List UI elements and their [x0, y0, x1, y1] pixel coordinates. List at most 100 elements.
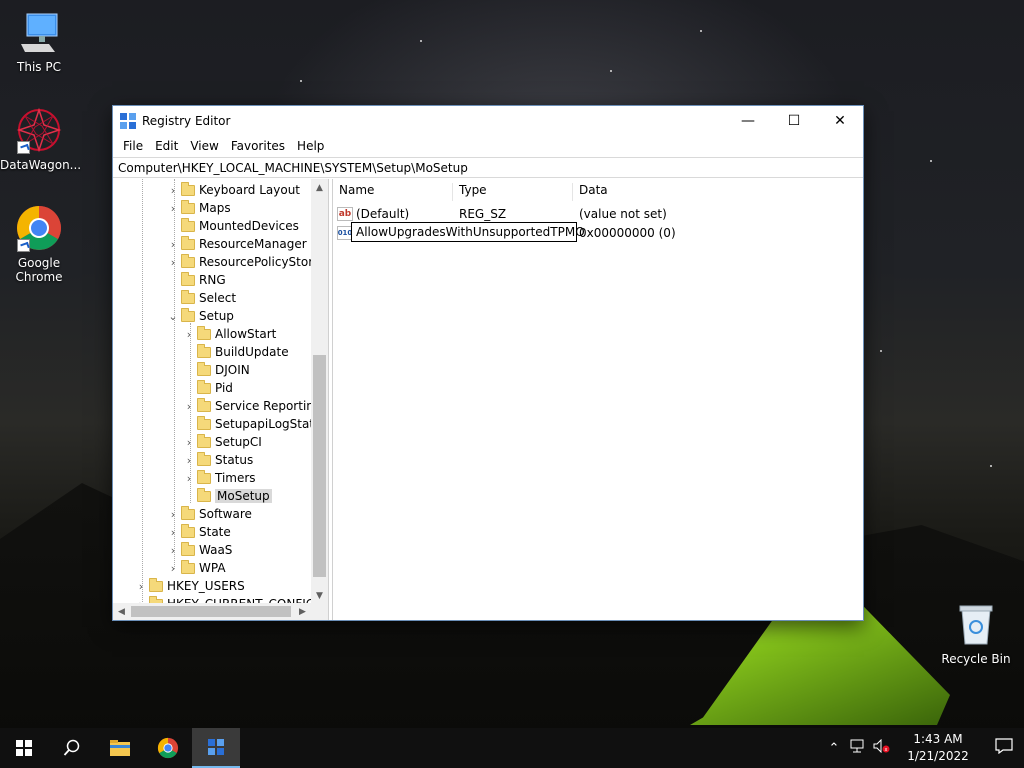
chevron-right-icon[interactable]: › [167, 202, 179, 215]
notifications-icon[interactable] [984, 738, 1024, 758]
chevron-right-icon[interactable]: › [167, 256, 179, 269]
chevron-right-icon[interactable]: › [135, 580, 147, 593]
desktop-icon-datawagon[interactable]: DataWagon... [0, 106, 82, 172]
wallpaper-star [990, 465, 992, 467]
clock[interactable]: 1:43 AM 1/21/2022 [900, 731, 976, 765]
column-header-data[interactable]: Data [573, 183, 723, 201]
folder-icon [197, 415, 211, 430]
chevron-right-icon[interactable]: › [167, 526, 179, 539]
menu-bar: File Edit View Favorites Help [113, 136, 863, 156]
tree-item[interactable]: MoSetup [183, 487, 272, 505]
tree-item[interactable]: › Software [167, 505, 252, 523]
title-bar[interactable]: Registry Editor — ☐ ✕ [113, 106, 863, 136]
chevron-right-icon[interactable]: › [183, 328, 195, 341]
wallpaper-star [610, 70, 612, 72]
menu-favorites[interactable]: Favorites [225, 139, 291, 153]
menu-edit[interactable]: Edit [149, 139, 184, 153]
scroll-down-icon[interactable]: ▼ [311, 587, 328, 604]
chevron-right-icon[interactable]: › [167, 184, 179, 197]
tree-vertical-scrollbar[interactable]: ▲ ▼ [311, 179, 328, 604]
tree-item[interactable]: ⌄ Setup [167, 307, 234, 325]
maximize-button[interactable]: ☐ [771, 106, 817, 136]
tree-horizontal-scrollbar[interactable]: ◀ ▶ [113, 603, 311, 620]
search-button[interactable] [48, 728, 96, 768]
tree-item-label: Select [199, 291, 237, 305]
shortcut-arrow-icon [17, 141, 30, 154]
value-row-default[interactable]: ab (Default) REG_SZ (value not set) [333, 204, 667, 223]
taskbar-chrome[interactable] [144, 728, 192, 768]
folder-icon [197, 451, 211, 466]
menu-file[interactable]: File [117, 139, 149, 153]
tree-item[interactable]: › WaaS [167, 541, 232, 559]
registry-editor-window[interactable]: Registry Editor — ☐ ✕ File Edit View Fav… [112, 105, 864, 621]
scroll-left-icon[interactable]: ◀ [113, 603, 130, 620]
address-bar[interactable]: Computer\HKEY_LOCAL_MACHINE\SYSTEM\Setup… [113, 157, 863, 178]
tree-item-label: ResourceManager [199, 237, 307, 251]
tree-item[interactable]: › HKEY_USERS [135, 577, 245, 595]
registry-editor-icon [208, 739, 224, 755]
close-button[interactable]: ✕ [817, 106, 863, 136]
tree-item[interactable]: MountedDevices [167, 217, 299, 235]
start-button[interactable] [0, 728, 48, 768]
tree-item-label: SetupCI [215, 435, 262, 449]
desktop-icon-this-pc[interactable]: This PC [0, 8, 78, 74]
tree-item[interactable]: BuildUpdate [183, 343, 289, 361]
tree-item[interactable]: › Service Reporting [183, 397, 311, 415]
tree-item[interactable]: › Maps [167, 199, 231, 217]
tree-item[interactable]: › Status [183, 451, 253, 469]
tree-item[interactable]: SetupapiLogStatu [183, 415, 311, 433]
tree-item[interactable]: › Timers [183, 469, 256, 487]
window-controls: — ☐ ✕ [725, 106, 863, 136]
chevron-right-icon[interactable]: › [167, 544, 179, 557]
tree-item[interactable]: › SetupCI [183, 433, 262, 451]
desktop-icon-chrome[interactable]: Google Chrome [0, 204, 78, 284]
column-header-name[interactable]: Name [333, 183, 453, 201]
desktop-icon-label: DataWagon... [0, 158, 82, 172]
tree-item[interactable]: › ResourceManager [167, 235, 307, 253]
tree-item[interactable]: DJOIN [183, 361, 250, 379]
chevron-right-icon[interactable]: › [183, 436, 195, 449]
values-pane[interactable]: Name Type Data ab (Default) REG_SZ (valu… [332, 179, 863, 620]
taskbar-registry-editor[interactable] [192, 728, 240, 768]
chevron-right-icon[interactable]: › [183, 472, 195, 485]
scroll-up-icon[interactable]: ▲ [311, 179, 328, 196]
chevron-right-icon[interactable]: › [167, 562, 179, 575]
column-header-type[interactable]: Type [453, 183, 573, 201]
chevron-down-icon[interactable]: ⌄ [167, 310, 179, 323]
tree-item[interactable]: › Keyboard Layout [167, 181, 300, 199]
chevron-right-icon[interactable]: › [183, 400, 195, 413]
wallpaper-star [420, 40, 422, 42]
chevron-right-icon[interactable]: › [167, 238, 179, 251]
tree-item[interactable]: › ResourcePolicyStore [167, 253, 311, 271]
key-tree-pane[interactable]: › Keyboard Layout › Maps MountedDevices › Reso… [113, 179, 329, 620]
network-icon[interactable] [846, 739, 870, 757]
tree-item-label: WaaS [199, 543, 233, 557]
taskbar-file-explorer[interactable] [96, 728, 144, 768]
volume-muted-icon[interactable]: x [870, 738, 894, 757]
search-icon [63, 739, 80, 756]
folder-icon [181, 505, 195, 520]
rename-value-input[interactable]: AllowUpgradesWithUnsupportedTPMO [351, 222, 585, 242]
menu-view[interactable]: View [184, 139, 224, 153]
tree-item[interactable]: Pid [183, 379, 233, 397]
tree-item[interactable]: › WPA [167, 559, 226, 577]
value-row-allowupgrades[interactable]: 010 AllowUpgradesWithUnsupportedTPMO 0x0… [333, 222, 676, 242]
tree-item[interactable]: › AllowStart [183, 325, 276, 343]
scroll-right-icon[interactable]: ▶ [294, 603, 311, 620]
chevron-up-icon[interactable]: ⌃ [822, 741, 846, 756]
tree-item-label: State [199, 525, 231, 539]
desktop-icon-recycle-bin[interactable]: Recycle Bin [936, 600, 1016, 666]
tree-item[interactable]: RNG [167, 271, 226, 289]
folder-icon [197, 433, 211, 448]
tree-guide-line [142, 179, 143, 604]
folder-icon [181, 217, 195, 232]
minimize-button[interactable]: — [725, 106, 771, 136]
tree-item-label: Keyboard Layout [199, 183, 301, 197]
tree-item[interactable]: › State [167, 523, 231, 541]
scroll-thumb[interactable] [131, 606, 291, 617]
tree-item[interactable]: Select [167, 289, 236, 307]
scroll-thumb[interactable] [313, 355, 326, 577]
chevron-right-icon[interactable]: › [167, 508, 179, 521]
menu-help[interactable]: Help [291, 139, 330, 153]
chevron-right-icon[interactable]: › [183, 454, 195, 467]
